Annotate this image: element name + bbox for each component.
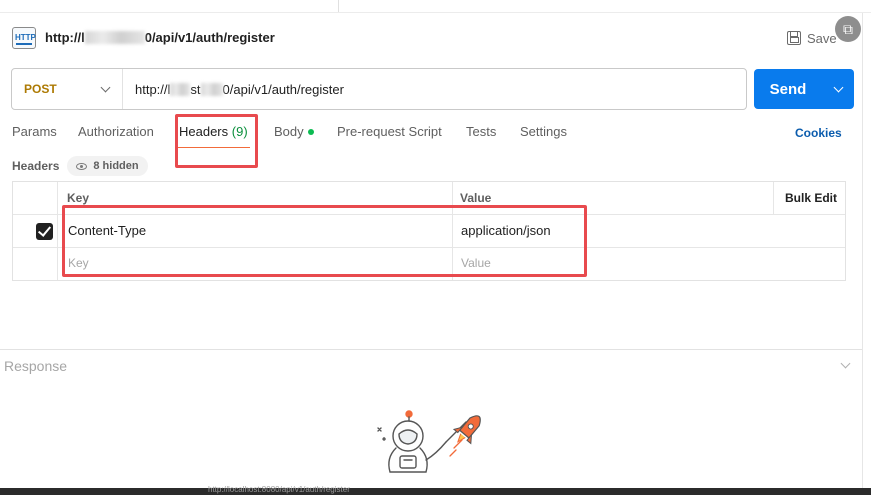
headers-subheader: Headers 8 hidden	[12, 156, 148, 176]
method-label: POST	[24, 82, 57, 96]
column-divider	[57, 182, 58, 280]
tab-settings[interactable]: Settings	[520, 124, 567, 139]
body-indicator-dot	[307, 129, 314, 135]
save-button[interactable]: Save	[787, 28, 837, 48]
content-type-row-highlight	[62, 205, 587, 277]
save-label: Save	[807, 30, 837, 46]
url-input[interactable]: http://l st 0/api/v1/auth/register	[123, 69, 746, 109]
bulk-edit-button[interactable]: Bulk Edit	[785, 191, 837, 205]
redacted-text	[84, 31, 145, 44]
headers-tab-highlight	[175, 114, 258, 168]
http-request-icon: HTTP	[12, 27, 36, 49]
send-button[interactable]: Send	[754, 69, 854, 109]
astronaut-rocket-illustration	[377, 410, 481, 473]
redacted-text	[200, 82, 223, 96]
hidden-count: 8 hidden	[93, 160, 139, 172]
tab-edge	[338, 0, 339, 12]
request-title-row: HTTP http://l 0/api/v1/auth/register Save	[0, 20, 862, 56]
column-header-value: Value	[460, 191, 492, 205]
url-mid: st	[190, 81, 201, 97]
response-divider	[0, 349, 862, 350]
title-url-suffix: 0/api/v1/auth/register	[144, 30, 275, 45]
method-select[interactable]: POST	[12, 69, 123, 109]
tab-params[interactable]: Params	[12, 124, 57, 139]
url-suffix: 0/api/v1/auth/register	[222, 81, 344, 97]
hidden-headers-toggle[interactable]: 8 hidden	[67, 156, 148, 176]
request-bar: POST http://l st 0/api/v1/auth/register	[11, 68, 747, 110]
save-icon	[787, 31, 801, 45]
collapse-response-chevron-icon[interactable]	[840, 358, 851, 369]
cookies-link[interactable]: Cookies	[795, 126, 842, 140]
column-divider	[773, 182, 774, 214]
status-bar-url: http://localhost:8080/api/v1/auth/regist…	[208, 485, 350, 494]
tab-authorization[interactable]: Authorization	[78, 124, 154, 139]
header-enabled-checkbox[interactable]	[36, 223, 53, 240]
redacted-text	[170, 82, 191, 96]
request-title[interactable]: http://l 0/api/v1/auth/register	[45, 30, 275, 45]
headers-label: Headers	[12, 159, 60, 173]
pane-edge	[862, 13, 863, 495]
send-label: Send	[769, 80, 807, 98]
tab-body-label: Body	[274, 124, 304, 139]
tab-body[interactable]: Body	[274, 124, 314, 139]
title-url-prefix: http://l	[45, 30, 85, 45]
screenshot-overlay-icon[interactable]: ⧉	[835, 16, 861, 42]
response-label: Response	[4, 358, 68, 374]
status-bar: http://localhost:8080/api/v1/auth/regist…	[0, 485, 871, 495]
url-prefix: http://l	[135, 81, 171, 97]
send-options-chevron-icon[interactable]	[833, 82, 844, 92]
column-header-key: Key	[67, 191, 90, 205]
tab-tests[interactable]: Tests	[466, 124, 496, 139]
tab-pre-request-script[interactable]: Pre-request Script	[337, 124, 442, 139]
eye-icon	[76, 162, 88, 170]
chevron-down-icon	[100, 82, 111, 92]
top-tab-strip	[0, 0, 871, 13]
